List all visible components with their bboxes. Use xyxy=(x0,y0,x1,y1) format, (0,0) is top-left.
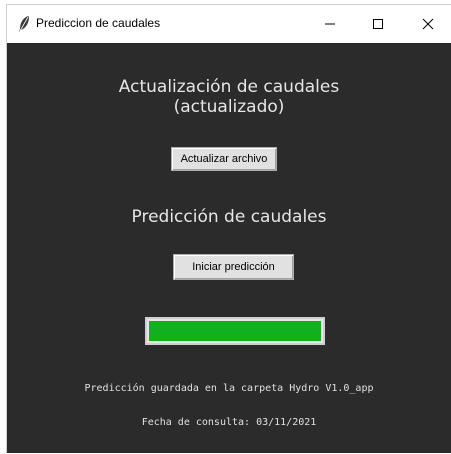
window-title: Prediccion de caudales xyxy=(36,16,161,30)
maximize-button[interactable] xyxy=(355,5,401,43)
prediction-heading: Predicción de caudales xyxy=(131,207,327,227)
minimize-icon xyxy=(324,15,336,34)
start-prediction-button[interactable]: Iniciar predicción xyxy=(173,254,294,280)
query-date-text: Fecha de consulta: 03/11/2021 xyxy=(141,417,317,428)
progress-bar xyxy=(145,317,325,345)
update-heading-line2: (actualizado) xyxy=(173,97,285,117)
saved-status-text: Predicción guardada en la carpeta Hydro … xyxy=(84,383,374,394)
maximize-icon xyxy=(372,15,384,34)
update-file-button[interactable]: Actualizar archivo xyxy=(171,147,277,171)
progress-bar-fill xyxy=(149,321,321,341)
app-window: Prediccion de caudales Actualización de … xyxy=(6,4,451,453)
close-button[interactable] xyxy=(405,5,451,43)
update-heading-line1: Actualización de caudales xyxy=(118,77,340,97)
main-content: Actualización de caudales (actualizado) … xyxy=(7,43,451,454)
close-icon xyxy=(422,15,434,34)
feather-icon xyxy=(17,15,31,33)
update-heading: Actualización de caudales (actualizado) xyxy=(7,77,451,117)
minimize-button[interactable] xyxy=(307,5,353,43)
title-bar[interactable]: Prediccion de caudales xyxy=(7,5,451,43)
